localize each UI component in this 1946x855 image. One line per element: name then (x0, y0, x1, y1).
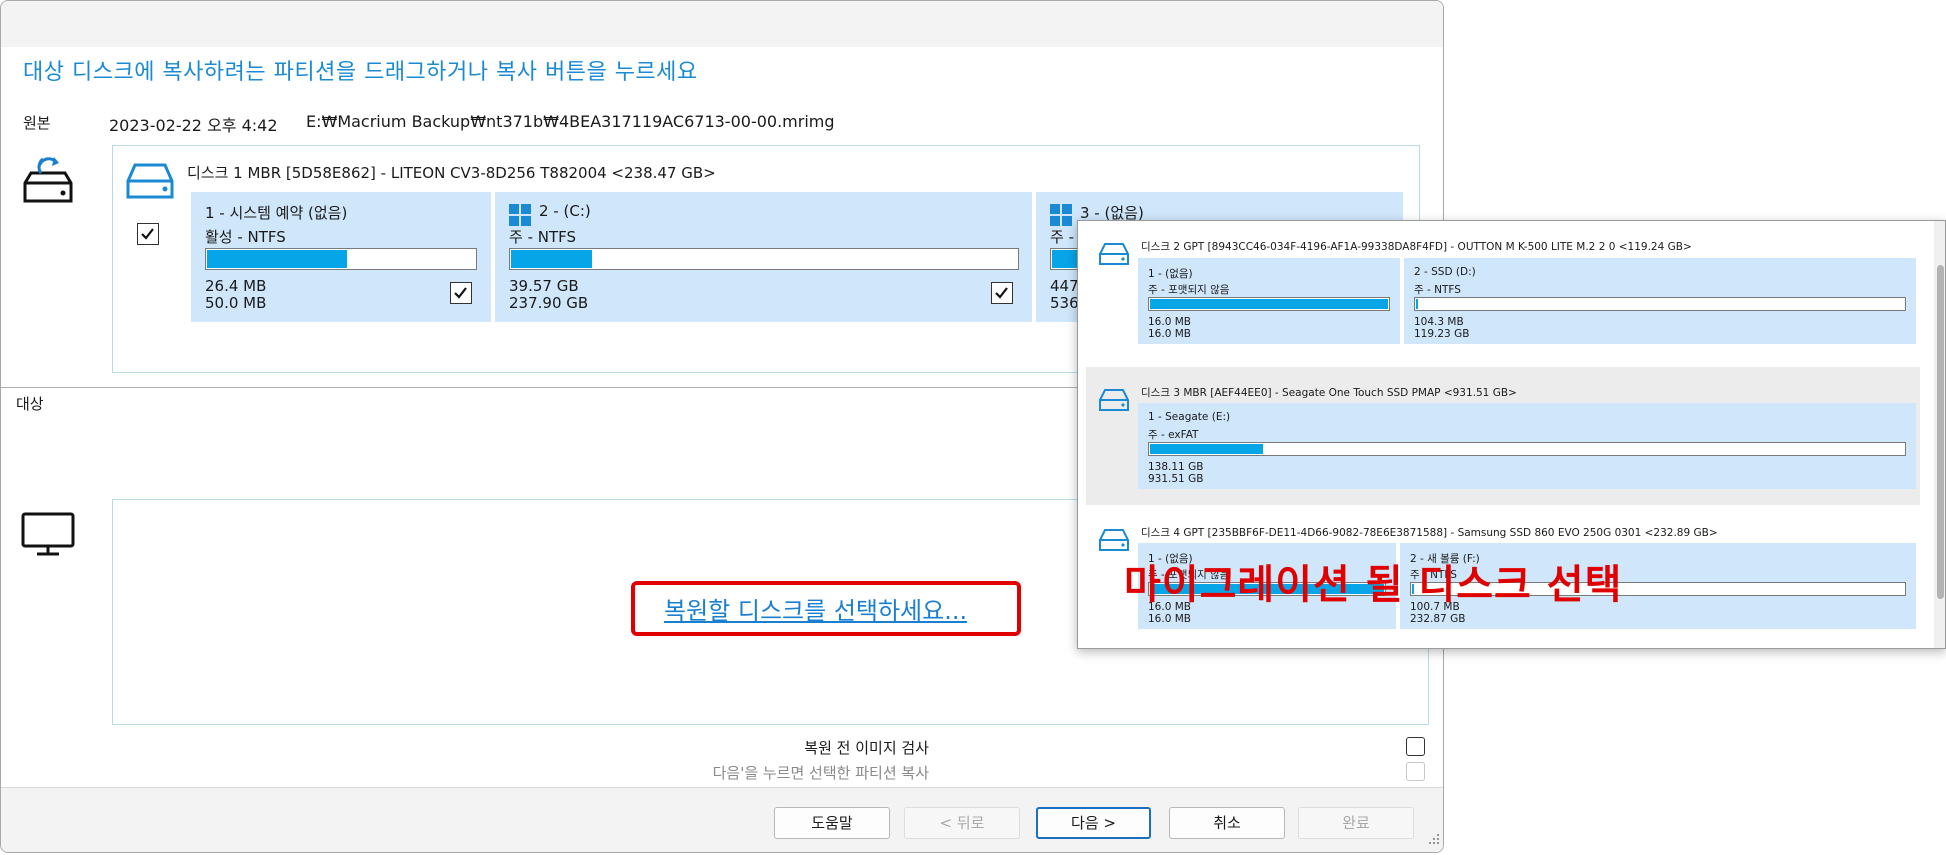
partition-checkbox[interactable] (991, 282, 1013, 304)
verify-image-label: 복원 전 이미지 검사 (804, 739, 929, 757)
usage-fill (207, 250, 348, 268)
partition-fs: 주 - (1050, 228, 1074, 246)
partition-name: 1 - (없음) (1148, 268, 1193, 280)
partition-fs: 주 - NTFS (1414, 284, 1461, 296)
popup-disk-2[interactable]: 디스크 2 GPT [8943CC46-034F-4196-AF1A-99338… (1086, 221, 1920, 363)
copy-selected-checkbox[interactable] (1406, 762, 1425, 781)
popup-scrollbar[interactable] (1934, 221, 1945, 648)
usage-fill (511, 250, 593, 268)
cancel-button[interactable]: 취소 (1169, 807, 1285, 839)
source-label: 원본 (23, 114, 51, 132)
verify-image-checkbox[interactable] (1406, 737, 1425, 756)
usage-fill (1416, 299, 1419, 309)
partition-total: 931.51 GB (1148, 473, 1204, 485)
partition-name: 1 - Seagate (E:) (1148, 411, 1231, 423)
source-date: 2023-02-22 오후 4:42 (109, 116, 278, 135)
partition-fs: 주 - exFAT (1148, 429, 1199, 441)
popup-disk-title: 디스크 3 MBR [AEF44EE0] - Seagate One Touch… (1141, 387, 1517, 399)
partition-used: 16.0 MB (1148, 316, 1191, 328)
partition-usage-bar (205, 248, 477, 270)
partition-usage-bar (509, 248, 1019, 270)
scrollbar-thumb[interactable] (1937, 265, 1944, 599)
hard-drive-icon (125, 161, 175, 205)
hard-drive-icon (1098, 241, 1130, 271)
partition-name: 2 - SSD (D:) (1414, 266, 1476, 278)
target-label: 대상 (16, 395, 44, 413)
partition-used: 138.11 GB (1148, 461, 1204, 473)
popup-partition[interactable]: 2 - SSD (D:) 주 - NTFS 104.3 MB 119.23 GB (1404, 258, 1916, 344)
partition-total: 119.23 GB (1414, 328, 1470, 340)
popup-partition[interactable]: 1 - Seagate (E:) 주 - exFAT 138.11 GB 931… (1138, 403, 1916, 489)
partition-checkbox[interactable] (450, 282, 472, 304)
disk-select-checkbox[interactable] (137, 223, 159, 245)
partition-fs: 주 - 포맷되지 않음 (1148, 284, 1230, 296)
partition-usage-bar (1148, 442, 1906, 456)
partition-total: 16.0 MB (1148, 613, 1191, 625)
source-partition-2[interactable]: 2 - (C:) 주 - NTFS 39.57 GB 237.90 GB (495, 192, 1032, 322)
monitor-icon (21, 512, 75, 560)
partition-used: 39.57 GB (509, 277, 579, 295)
source-path: E:₩Macrium Backup₩nt371b₩4BEA317119AC671… (306, 112, 835, 131)
annotation-text: 마이그레이션 될 디스크 선택 (1124, 562, 1623, 608)
partition-used: 26.4 MB (205, 277, 267, 295)
partition-fs: 활성 - NTFS (205, 228, 286, 246)
next-button[interactable]: 다음 > (1036, 807, 1151, 839)
partition-total: 237.90 GB (509, 294, 589, 312)
partition-name: 2 - (C:) (539, 202, 591, 220)
popup-disk-title: 디스크 4 GPT [235BBF6F-DE11-4D66-9082-78E6E… (1141, 527, 1718, 539)
page-title: 대상 디스크에 복사하려는 파티션을 드래그하거나 복사 버튼을 누르세요 (23, 60, 698, 85)
popup-disk-title: 디스크 2 GPT [8943CC46-034F-4196-AF1A-99338… (1141, 241, 1692, 253)
help-button[interactable]: 도움말 (774, 807, 890, 839)
resize-grip-icon[interactable] (1428, 830, 1440, 849)
popup-disk-3[interactable]: 디스크 3 MBR [AEF44EE0] - Seagate One Touch… (1086, 367, 1920, 505)
popup-partition[interactable]: 1 - (없음) 주 - 포맷되지 않음 16.0 MB 16.0 MB (1138, 258, 1400, 344)
finish-button[interactable]: 완료 (1298, 807, 1414, 839)
copy-selected-label: 다음'을 누르면 선택한 파티션 복사 (712, 764, 929, 782)
partition-total: 50.0 MB (205, 294, 267, 312)
source-partition-1[interactable]: 1 - 시스템 예약 (없음) 활성 - NTFS 26.4 MB 50.0 M… (191, 192, 491, 322)
partition-usage-bar (1414, 297, 1906, 311)
usage-fill (1150, 444, 1264, 454)
title-bar[interactable] (1, 1, 1443, 47)
back-button[interactable]: < 뒤로 (904, 807, 1020, 839)
disk-image-sync-icon (21, 153, 75, 209)
partition-name: 1 - 시스템 예약 (없음) (205, 204, 348, 222)
source-disk-title: 디스크 1 MBR [5D58E862] - LITEON CV3-8D256 … (187, 164, 716, 182)
partition-total: 232.87 GB (1410, 613, 1466, 625)
usage-fill (1150, 299, 1388, 309)
partition-used: 104.3 MB (1414, 316, 1464, 328)
highlight-box (631, 581, 1021, 636)
hard-drive-icon (1098, 387, 1130, 417)
partition-usage-bar (1148, 297, 1390, 311)
partition-fs: 주 - NTFS (509, 228, 577, 246)
partition-total: 16.0 MB (1148, 328, 1191, 340)
